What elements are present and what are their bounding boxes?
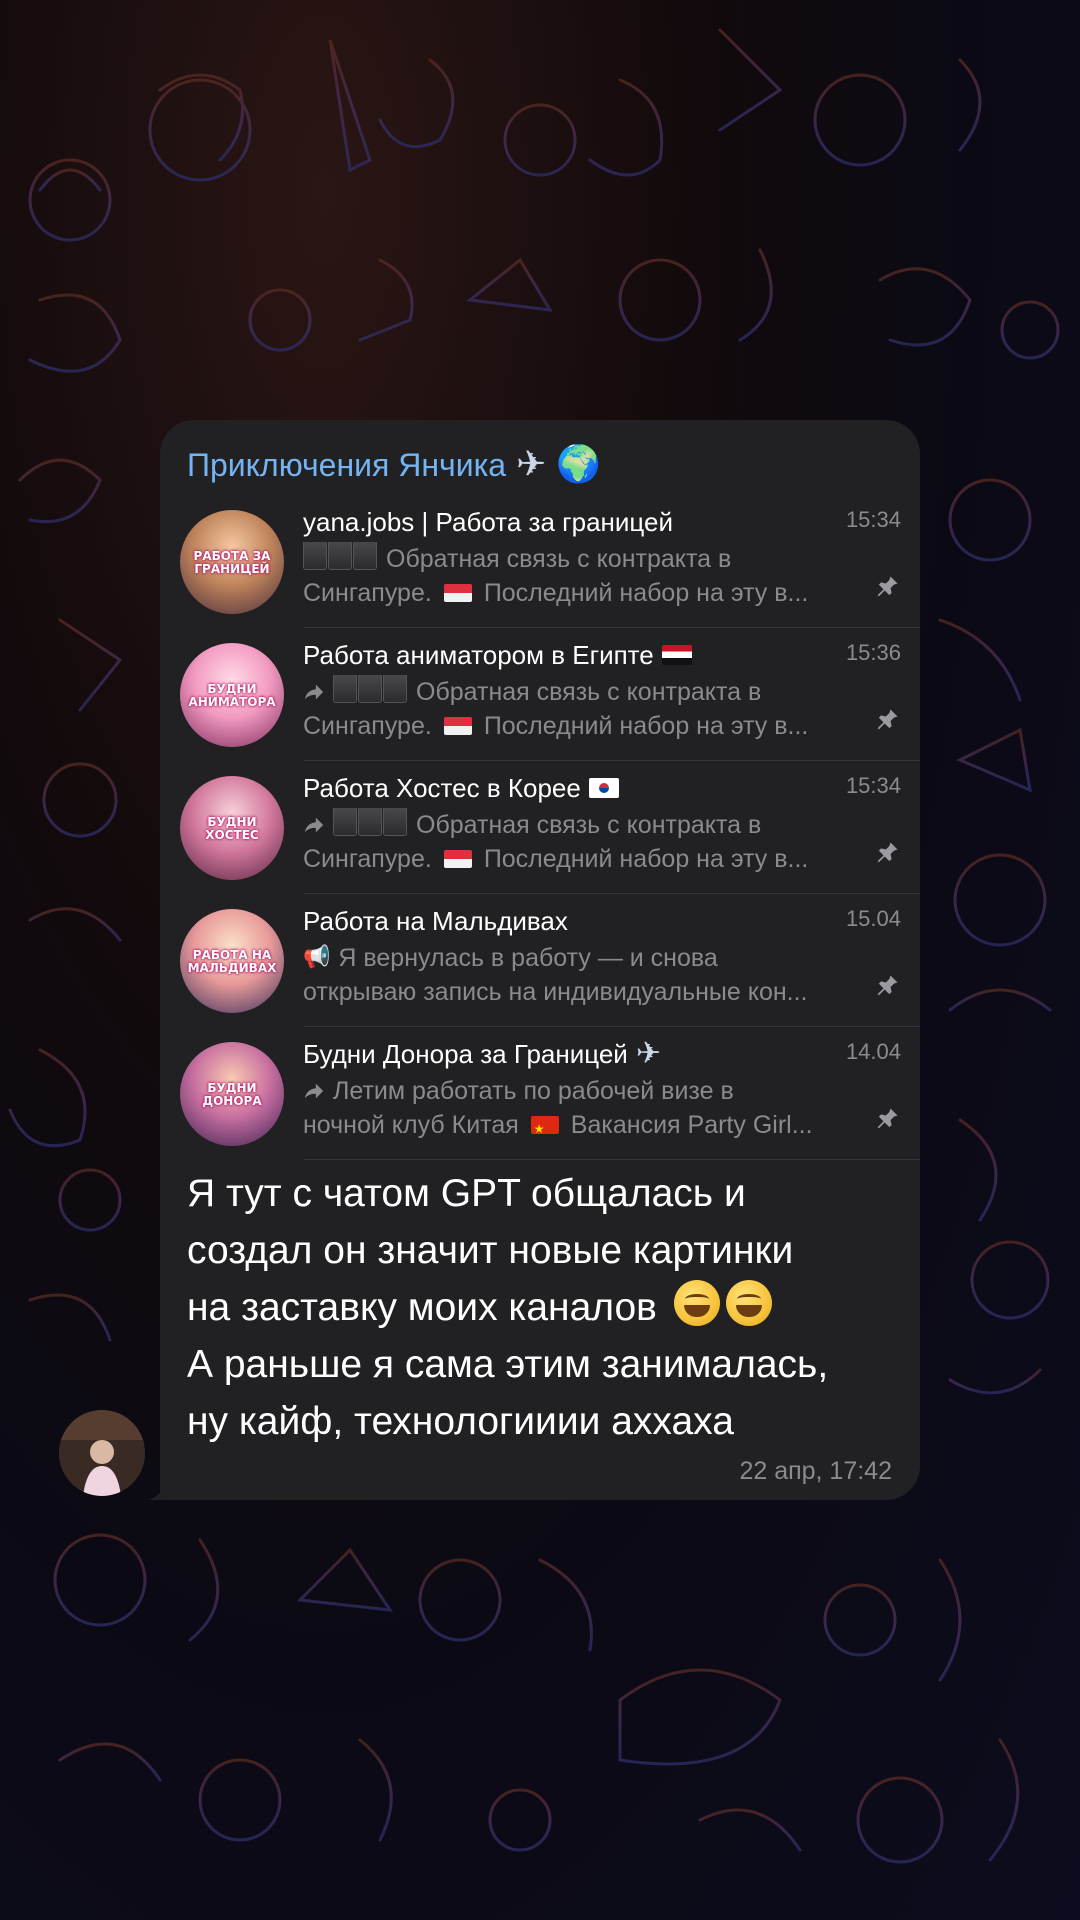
message-line: ну кайф, технологииии аххаха [187,1400,734,1443]
forward-icon [304,1083,324,1099]
channel-avatar: БУДНИ ДОНОРА [180,1042,284,1146]
sender-photo-icon [59,1410,145,1496]
message-text: Я тут с чатом GPT общалась и создал он з… [187,1165,907,1450]
channel-list: РАБОТА ЗА ГРАНИЦЕЙ yana.jobs | Работа за… [160,495,920,1160]
forward-icon [304,684,324,700]
media-thumbs [333,675,408,709]
globe-icon: 🌍 [556,444,602,485]
channel-avatar-text: РАБОТА НА МАЛЬДИВАХ [187,948,277,975]
sender-avatar[interactable] [59,1410,145,1496]
channel-preview: Летим работать по рабочей визе в ночной … [303,1074,843,1142]
channel-avatar-text: БУДНИ ДОНОРА [202,1081,262,1108]
message-timestamp: 22 апр, 17:42 [739,1457,892,1485]
singapore-flag-icon [443,850,472,868]
pin-icon [877,709,898,730]
channel-item[interactable]: РАБОТА НА МАЛЬДИВАХ Работа на Мальдивах … [160,894,920,1027]
pin-icon [877,576,898,597]
channel-item[interactable]: БУДНИ ДОНОРА Будни Донора за Границей ✈ … [160,1027,920,1160]
channel-time: 15.04 [845,906,901,931]
pin-icon [877,1108,898,1129]
singapore-flag-icon [443,717,472,735]
grinning-face-icon [725,1280,772,1326]
channel-name: Будни Донора за Границей ✈ [303,1036,661,1071]
channel-item[interactable]: БУДНИ АНИМАТОРА Работа аниматором в Егип… [160,628,920,761]
channel-avatar-text: БУДНИ АНИМАТОРА [188,682,276,709]
channel-time: 15:36 [845,640,901,665]
channel-preview: Обратная связь с контракта в Сингапуре. … [303,675,843,743]
channel-name: Работа Хостес в Корее [303,771,823,805]
airplane-icon: ✈ [516,444,547,485]
pin-icon [877,975,898,996]
media-thumbs [333,808,408,842]
china-flag-icon [530,1112,559,1142]
channel-name: yana.jobs | Работа за границей [303,507,673,537]
channel-avatar: БУДНИ АНИМАТОРА [180,643,284,747]
egypt-flag-icon [661,645,692,665]
channel-item[interactable]: БУДНИ ХОСТЕС Работа Хостес в Корее 15:34… [160,761,920,894]
grinning-face-icon [673,1280,720,1326]
folder-title[interactable]: Приключения Янчика ✈ 🌍 [187,430,601,500]
channel-time: 15:34 [845,773,901,798]
channel-time: 14.04 [845,1039,901,1064]
channel-preview: 📢 Я вернулась в работу — и снова открыва… [303,941,843,1009]
pin-icon [877,842,898,863]
channel-time: 15:34 [845,507,901,532]
channel-avatar-text: БУДНИ ХОСТЕС [205,815,259,842]
channel-avatar: РАБОТА ЗА ГРАНИЦЕЙ [180,510,284,614]
channel-avatar: БУДНИ ХОСТЕС [180,776,284,880]
channel-preview: Обратная связь с контракта в Сингапуре. … [303,542,843,610]
message-bubble[interactable]: Приключения Янчика ✈ 🌍 РАБОТА ЗА ГРАНИЦЕ… [160,420,920,1500]
channel-name: Работа аниматором в Египте [303,638,823,672]
korea-flag-icon [588,778,619,798]
channel-preview: Обратная связь с контракта в Сингапуре. … [303,808,843,876]
singapore-flag-icon [443,584,472,602]
message-line: А раньше я сама этим занималась, [187,1343,829,1386]
message-line: создал он значит новые картинки [187,1229,794,1272]
message-line: Я тут с чатом GPT общалась и [187,1172,746,1215]
message-line-with-emoji: на заставку моих каналов [187,1279,907,1336]
megaphone-icon: 📢 [303,945,331,970]
channel-avatar: РАБОТА НА МАЛЬДИВАХ [180,909,284,1013]
channel-avatar-text: РАБОТА ЗА ГРАНИЦЕЙ [193,549,271,576]
channel-item[interactable]: РАБОТА ЗА ГРАНИЦЕЙ yana.jobs | Работа за… [160,495,920,628]
media-thumbs [303,542,378,576]
channel-name: Работа на Мальдивах [303,906,568,936]
forward-icon [304,817,324,833]
folder-title-text: Приключения Янчика [187,446,507,483]
airplane-icon: ✈ [635,1036,661,1071]
